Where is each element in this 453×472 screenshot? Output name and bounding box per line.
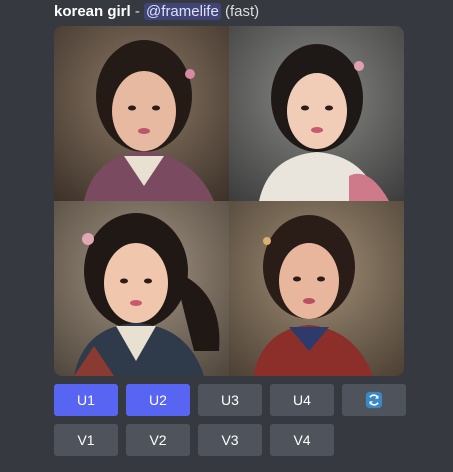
- image-tile-4[interactable]: [229, 201, 404, 376]
- prompt-text: korean girl: [54, 3, 131, 20]
- image-tile-3[interactable]: [54, 201, 229, 376]
- portrait-image-1: [54, 26, 229, 201]
- message-header: korean girl - @framelife (fast): [54, 3, 259, 20]
- variation-button-2[interactable]: V2: [126, 424, 190, 456]
- portrait-image-3: [54, 201, 229, 376]
- variation-button-1[interactable]: V1: [54, 424, 118, 456]
- variation-button-4[interactable]: V4: [270, 424, 334, 456]
- image-tile-2[interactable]: [229, 26, 404, 201]
- portrait-image-4: [229, 201, 404, 376]
- header-separator: -: [130, 3, 145, 20]
- user-mention[interactable]: @framelife: [144, 3, 221, 20]
- upscale-button-4[interactable]: U4: [270, 384, 334, 416]
- upscale-button-2[interactable]: U2: [126, 384, 190, 416]
- upscale-button-1[interactable]: U1: [54, 384, 118, 416]
- image-tile-1[interactable]: [54, 26, 229, 201]
- upscale-button-3[interactable]: U3: [198, 384, 262, 416]
- refresh-icon: [364, 390, 384, 410]
- portrait-image-2: [229, 26, 404, 201]
- generation-mode: (fast): [224, 3, 260, 20]
- reroll-button[interactable]: [342, 384, 406, 416]
- image-grid[interactable]: [54, 26, 404, 376]
- variation-button-3[interactable]: V3: [198, 424, 262, 456]
- discord-message: korean girl - @framelife (fast) U1 U2 U3…: [0, 0, 453, 472]
